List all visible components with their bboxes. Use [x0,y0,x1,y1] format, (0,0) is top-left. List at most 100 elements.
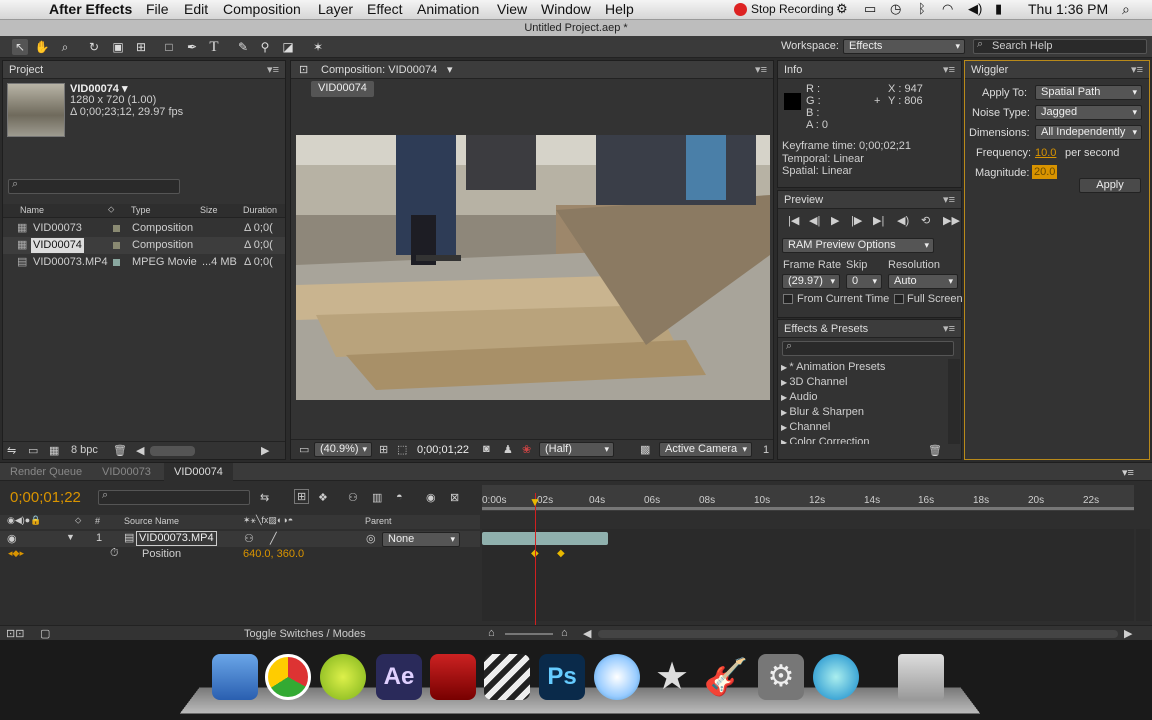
scroll-right-icon[interactable]: ▶ [261,444,269,457]
playhead-handle-icon[interactable]: ▼ [529,495,541,509]
switches-toggle-icon[interactable]: ▢ [40,627,50,640]
apply-to-dropdown[interactable]: Spatial Path [1035,85,1142,100]
puppet-tool-icon[interactable]: ✶ [310,39,326,55]
interpret-footage-icon[interactable]: ⇋ [7,444,16,457]
show-snapshot-icon[interactable]: ♟ [503,443,513,456]
magnitude-value[interactable]: 20.0 [1032,165,1058,179]
comp-mini-flowchart-icon[interactable]: ⇆ [260,491,269,504]
menu-layer[interactable]: Layer [318,1,353,17]
imovie-icon[interactable]: ★ [649,654,695,700]
previous-frame-icon[interactable]: ◀| [809,214,820,227]
bpc-button[interactable]: 8 bpc [71,444,98,456]
layer-row[interactable]: ◉ ▼ 1 ▤ VID00073.MP4 ⚇ ╱ ◎ None [0,531,480,547]
frame-rate-dropdown[interactable]: (29.97) [782,274,840,289]
views-dropdown[interactable]: 1 [763,444,769,456]
photoshop-icon[interactable]: Ps [539,654,585,700]
selection-tool-icon[interactable]: ↖ [12,39,28,55]
wifi-icon[interactable]: ◠ [942,1,953,17]
menu-effect[interactable]: Effect [367,1,403,17]
display-icon[interactable]: ▭ [864,1,876,17]
shy-icon[interactable]: ⚇ [244,532,254,545]
app-icon[interactable] [320,654,366,700]
full-screen-checkbox[interactable] [894,294,904,304]
dimensions-dropdown[interactable]: All Independently [1035,125,1142,140]
work-area-bar[interactable] [482,507,1134,510]
parent-dropdown[interactable]: None [382,532,460,547]
pickwhip-icon[interactable]: ◎ [366,532,376,545]
resolution-dropdown[interactable]: Auto [888,274,958,289]
finder-icon[interactable] [212,654,258,700]
keyframe-icon[interactable]: ◆ [557,548,565,559]
workspace-dropdown[interactable]: Effects [843,39,965,54]
snapshot-icon[interactable]: ◙ [483,443,490,455]
col-size[interactable]: Size [200,205,218,215]
brainstorm-icon[interactable]: ◉ [426,491,436,504]
property-row[interactable]: ◂◆▸ ⏱ Position 640.0, 360.0 [0,547,480,563]
project-row[interactable]: ▦ VID00073 Composition Δ 0;0( [3,220,285,237]
scroll-left-icon[interactable]: ◀ [583,627,591,640]
trash-icon[interactable]: 🗑 [928,444,942,457]
tab-render-queue[interactable]: Render Queue [10,466,82,478]
magnification-icon[interactable]: ▭ [299,443,309,456]
panel-menu-icon[interactable]: ▾≡ [1131,61,1143,79]
system-preferences-icon[interactable]: ⚙ [758,654,804,700]
switches-icon[interactable]: ✶⚹╲fx▨◐◑◓ [243,515,293,526]
bluetooth-icon[interactable]: ᛒ [918,1,926,16]
live-update-icon[interactable]: ⊞ [294,489,310,504]
noise-type-dropdown[interactable]: Jagged [1035,105,1142,120]
camera-tool-icon[interactable]: ▣ [110,39,126,55]
vertical-scrollbar[interactable] [1136,529,1150,621]
timeline-search-input[interactable] [98,490,250,505]
pen-tool-icon[interactable]: ✒ [184,39,200,55]
twirl-down-icon[interactable]: ▼ [66,532,75,542]
horizontal-scrollbar[interactable] [150,446,195,456]
time-ruler[interactable]: 0:00s 02s 04s 06s 08s 10s 12s 14s 16s 18… [482,485,1134,511]
project-search-input[interactable] [8,179,180,194]
label-swatch[interactable] [113,242,120,249]
first-frame-icon[interactable]: |◀ [788,214,799,227]
garageband-icon[interactable]: 🎸 [703,654,749,700]
stop-recording[interactable]: Stop Recording [751,2,834,16]
info-tab[interactable]: Info ▾≡ [778,61,961,79]
mask-visibility-icon[interactable]: ⬚ [397,443,407,456]
horizontal-scrollbar[interactable] [598,630,1118,638]
from-current-checkbox[interactable] [783,294,793,304]
spotlight-icon[interactable]: ⌕ [1122,1,1130,18]
clone-tool-icon[interactable]: ⚲ [257,39,273,55]
battery-icon[interactable]: ▮ [995,1,1002,17]
trash-icon[interactable] [898,654,944,700]
app-menu[interactable]: After Effects [49,1,132,17]
comp-timecode[interactable]: 0;00;01;22 [417,444,469,456]
menu-animation[interactable]: Animation [417,1,479,17]
panel-menu-icon[interactable]: ▾≡ [267,61,279,79]
rotate-tool-icon[interactable]: ↻ [86,39,102,55]
zoom-out-icon[interactable]: ⌂ [488,627,495,639]
track-area[interactable]: ◆ ◆ [482,529,1134,621]
toggle-switches-button[interactable]: Toggle Switches / Modes [244,628,366,640]
timeline-timecode[interactable]: 0;00;01;22 [10,489,81,506]
panel-menu-icon[interactable]: ▾≡ [755,61,767,79]
vertical-scrollbar[interactable] [948,359,960,444]
expand-icon[interactable]: ⊡⊡ [6,627,24,640]
frequency-value[interactable]: 10.0 [1035,147,1056,159]
resolution-dropdown[interactable]: (Half) [539,442,614,457]
menu-edit[interactable]: Edit [184,1,208,17]
lock-icon[interactable]: ⊡ [299,61,308,79]
zoom-slider[interactable] [505,633,553,635]
tab-vid00074[interactable]: VID00074 [164,463,233,481]
itunes-icon[interactable] [594,654,640,700]
menu-file[interactable]: File [146,1,169,17]
project-tab[interactable]: Project ▾≡ [3,61,285,79]
layer-bar[interactable] [482,532,608,545]
col-type[interactable]: Type [131,205,151,215]
visibility-icon[interactable]: ◉◀)●🔒 [7,515,41,526]
trash-icon[interactable]: 🗑 [113,444,127,457]
mask-tool-icon[interactable]: □ [161,39,177,55]
panel-menu-icon[interactable]: ▾≡ [943,61,955,79]
clock[interactable]: Thu 1:36 PM [1028,1,1108,17]
tab-vid00073[interactable]: VID00073 [102,466,151,478]
frame-blending-icon[interactable]: ▥ [372,491,382,504]
ram-preview-icon[interactable]: ▶▶ [943,214,960,227]
quicktime-icon[interactable] [813,654,859,700]
folder-icon[interactable]: ▭ [28,444,38,457]
